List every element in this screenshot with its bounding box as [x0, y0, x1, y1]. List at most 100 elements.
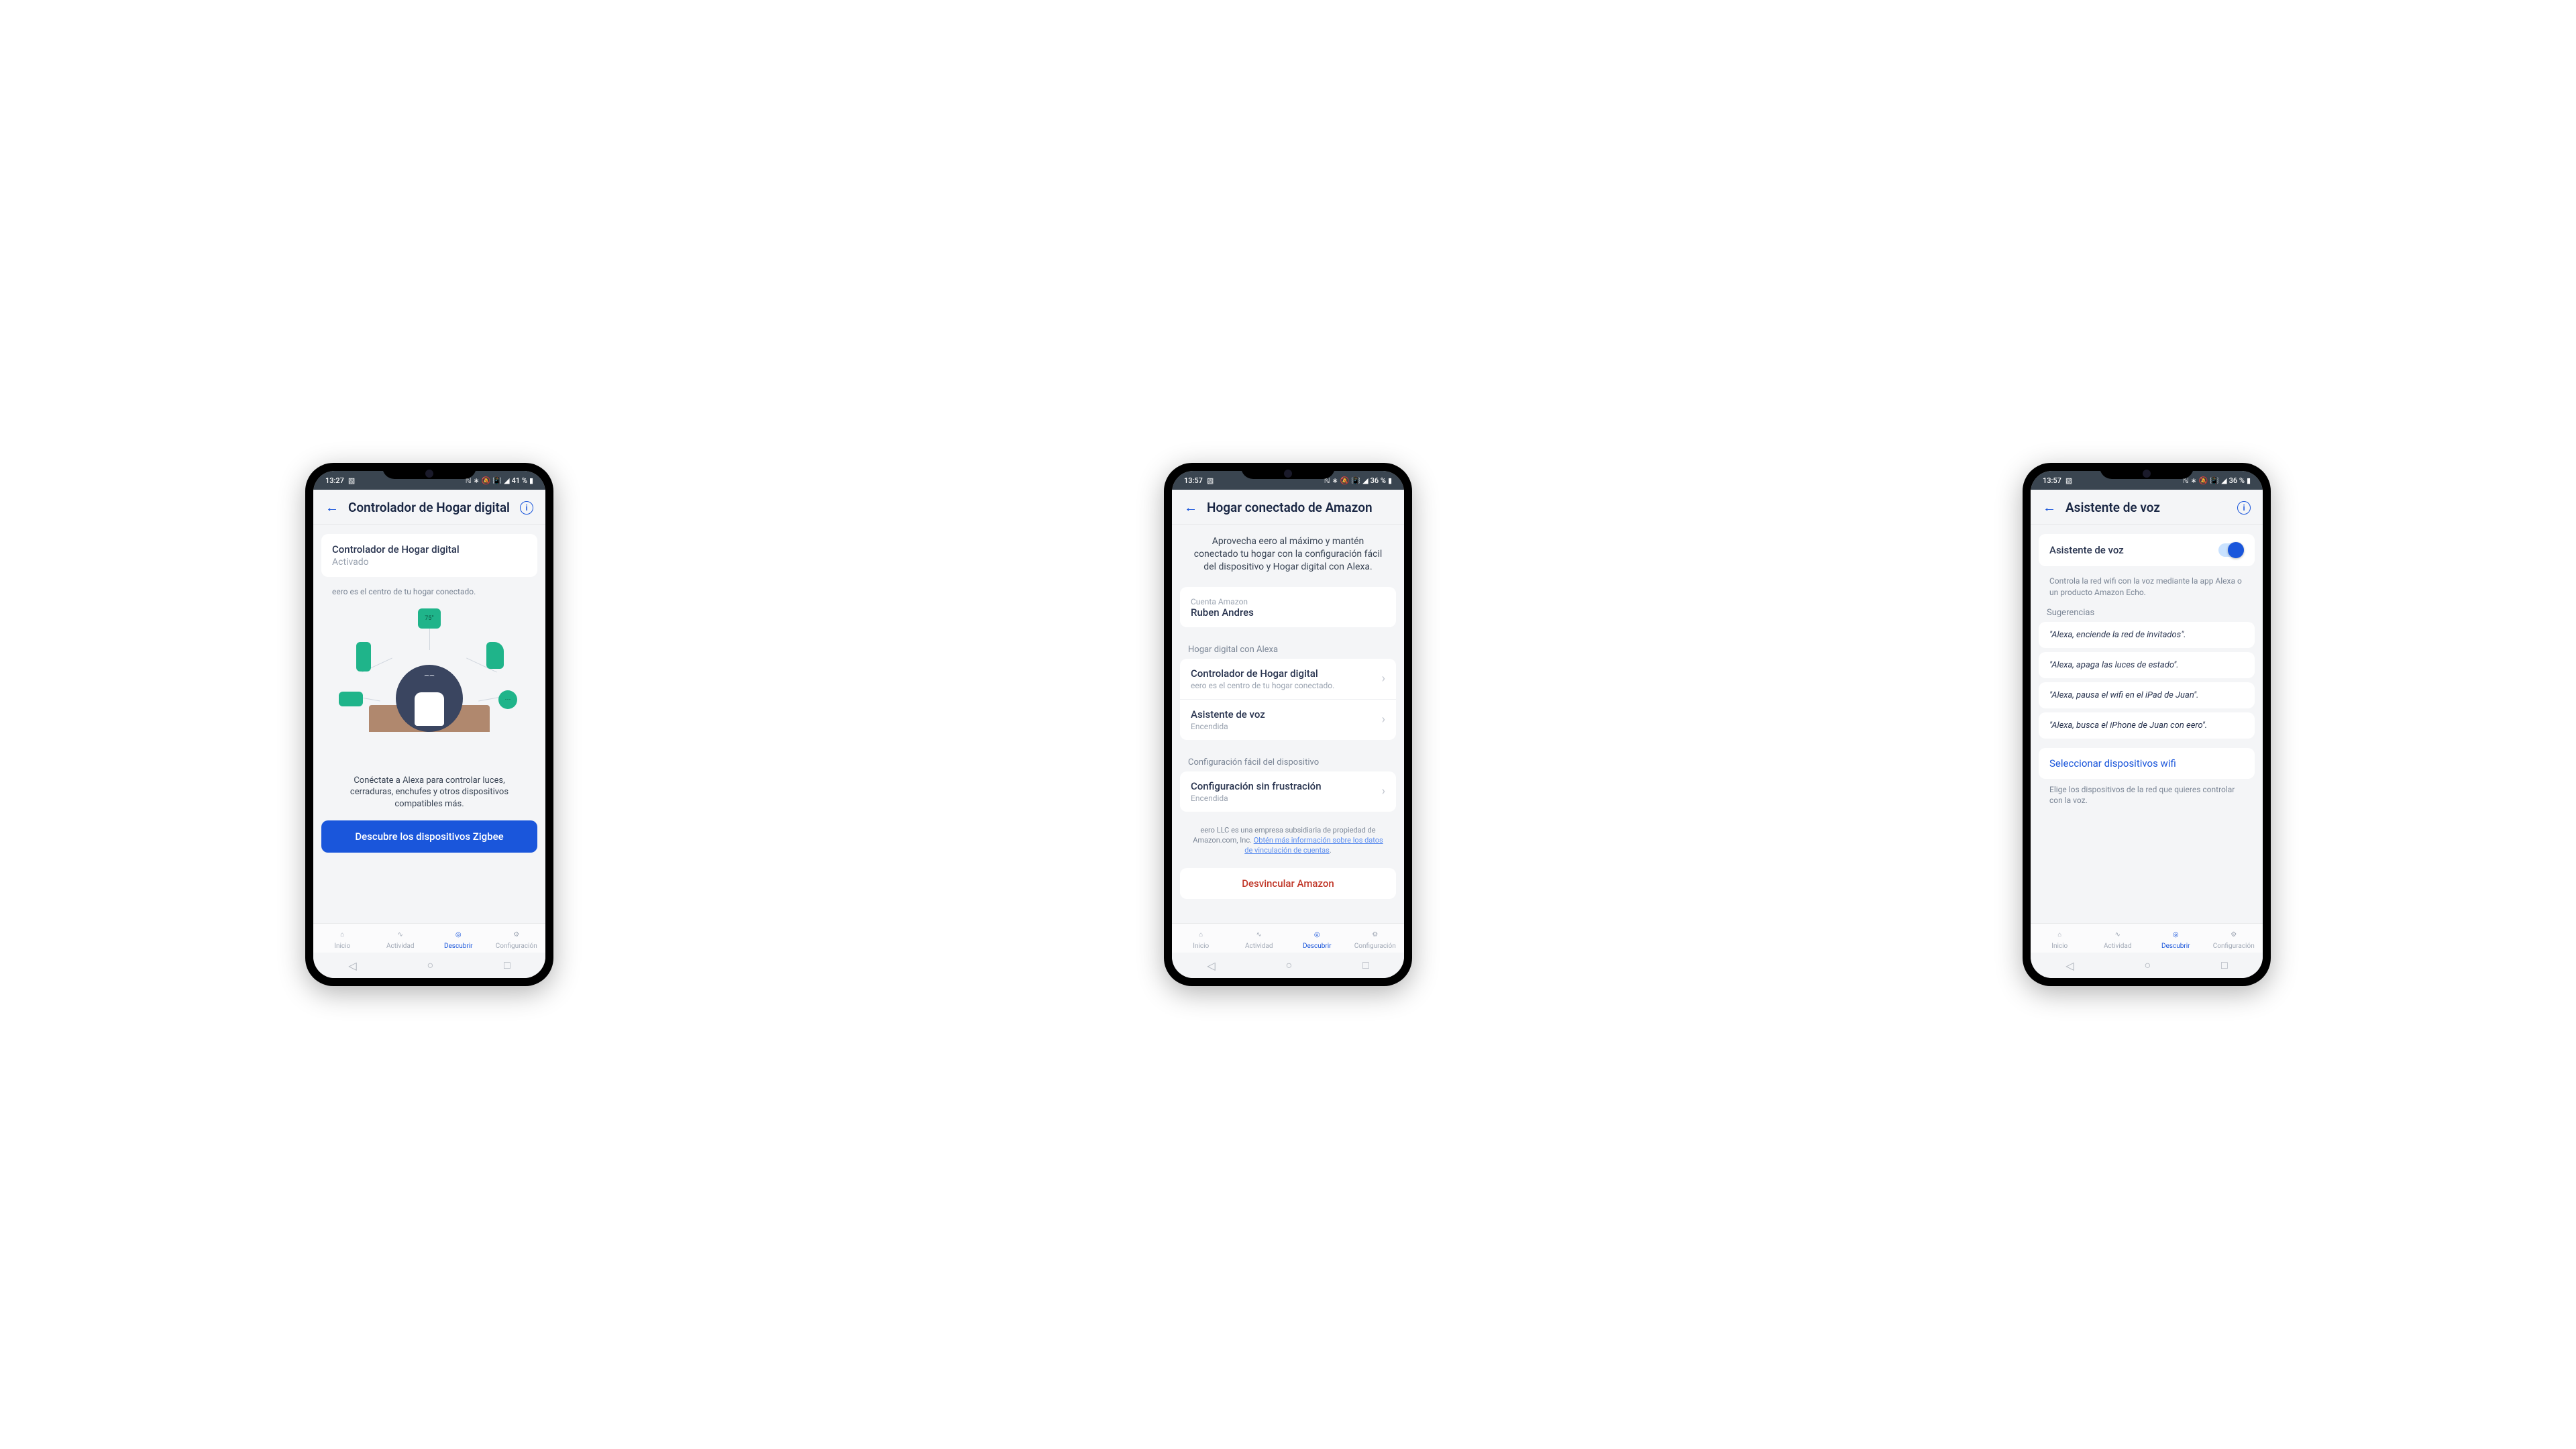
chevron-right-icon: › — [1382, 672, 1385, 686]
android-recent-icon[interactable]: □ — [2221, 959, 2228, 972]
suggestion-2: "Alexa, apaga las luces de estado". — [2039, 652, 2255, 678]
phone-mockup-3: 13:57 ▧ ℕ ∗ 🔕 📳 ◢ 36 % ▮ ← Asistente de … — [2023, 463, 2271, 986]
home-icon: ⌂ — [335, 928, 349, 941]
lock-node-icon — [486, 642, 504, 669]
bluetooth-icon: ∗ — [474, 476, 480, 485]
voice-description: Controla la red wifi con la voz mediante… — [2031, 576, 2263, 598]
android-recent-icon[interactable]: □ — [1362, 959, 1369, 972]
image-icon: ▧ — [1207, 476, 1214, 485]
status-time: 13:27 — [325, 476, 344, 485]
android-home-icon[interactable]: ○ — [427, 959, 433, 972]
discover-icon: ◎ — [2169, 928, 2182, 941]
back-icon[interactable]: ← — [1184, 499, 1197, 516]
status-bar: 13:57 ▧ ℕ ∗ 🔕 📳 ◢ 36 % ▮ — [2031, 471, 2263, 490]
chevron-right-icon: › — [1382, 712, 1385, 727]
battery-text: 41 % — [512, 476, 527, 485]
nav-configuracion[interactable]: ⚙Configuración — [1346, 928, 1405, 950]
discover-zigbee-button[interactable]: Descubre los dispositivos Zigbee — [321, 820, 537, 853]
bluetooth-icon: ∗ — [2191, 476, 2197, 485]
page-title: Controlador de Hogar digital — [348, 500, 511, 515]
back-icon[interactable]: ← — [2043, 499, 2056, 516]
android-nav: ◁ ○ □ — [2031, 953, 2263, 978]
status-bar: 13:57 ▧ ℕ ∗ 🔕 📳 ◢ 36 % ▮ — [1172, 471, 1404, 490]
unlink-amazon-button[interactable]: Desvincular Amazon — [1180, 868, 1396, 899]
page-title: Asistente de voz — [2065, 500, 2228, 515]
signal-icon: ◢ — [2221, 476, 2226, 485]
intro-text: Aprovecha eero al máximo y mantén conect… — [1172, 525, 1404, 576]
image-icon: ▧ — [348, 476, 355, 485]
voice-toggle[interactable] — [2218, 543, 2244, 557]
activity-icon: ∿ — [394, 928, 407, 941]
legal-text: eero LLC es una empresa subsidiaria de p… — [1172, 820, 1404, 861]
battery-icon: ▮ — [1388, 476, 1392, 485]
select-wifi-devices-button[interactable]: Seleccionar dispositivos wifi — [2039, 748, 2255, 779]
app-header: ← Hogar conectado de Amazon — [1172, 490, 1404, 525]
status-time: 13:57 — [1184, 476, 1203, 485]
nav-configuracion[interactable]: ⚙Configuración — [2205, 928, 2263, 950]
nfc-icon: ℕ — [2183, 476, 2189, 485]
discover-icon: ◎ — [1310, 928, 1324, 941]
legal-link[interactable]: Obtén más información sobre los datos de… — [1244, 836, 1383, 855]
dnd-icon: 🔕 — [482, 476, 491, 485]
dnd-icon: 🔕 — [2199, 476, 2208, 485]
description-text: Conéctate a Alexa para controlar luces, … — [313, 772, 545, 813]
suggestion-4: "Alexa, busca el iPhone de Juan con eero… — [2039, 712, 2255, 739]
account-label: Cuenta Amazon — [1191, 597, 1385, 606]
hub-illustration: 75° ⋯ ⌢⌢ — [313, 598, 545, 772]
android-recent-icon[interactable]: □ — [504, 959, 511, 972]
nav-actividad[interactable]: ∿Actividad — [1230, 928, 1289, 950]
helper-text: eero es el centro de tu hogar conectado. — [313, 586, 545, 598]
activity-icon: ∿ — [2111, 928, 2125, 941]
dnd-icon: 🔕 — [1340, 476, 1350, 485]
battery-icon: ▮ — [2247, 476, 2251, 485]
suggestions-label: Sugerencias — [2031, 598, 2263, 622]
nav-descubrir[interactable]: ◎Descubrir — [429, 928, 488, 950]
battery-text: 36 % — [2229, 476, 2245, 485]
app-header: ← Controlador de Hogar digital i — [313, 490, 545, 525]
nav-descubrir[interactable]: ◎Descubrir — [1288, 928, 1346, 950]
bottom-nav: ⌂Inicio ∿Actividad ◎Descubrir ⚙Configura… — [1172, 923, 1404, 953]
app-header: ← Asistente de voz i — [2031, 490, 2263, 525]
switch-node-icon — [356, 642, 371, 672]
android-back-icon[interactable]: ◁ — [2065, 959, 2074, 972]
discover-icon: ◎ — [451, 928, 465, 941]
android-back-icon[interactable]: ◁ — [1207, 959, 1215, 972]
nav-descubrir[interactable]: ◎Descubrir — [2147, 928, 2205, 950]
nav-inicio[interactable]: ⌂Inicio — [313, 928, 372, 950]
select-footer-text: Elige los dispositivos de la red que qui… — [2031, 784, 2263, 807]
thermostat-node-icon: 75° — [418, 608, 441, 629]
nav-inicio[interactable]: ⌂Inicio — [1172, 928, 1230, 950]
info-icon[interactable]: i — [520, 501, 533, 515]
nav-inicio[interactable]: ⌂Inicio — [2031, 928, 2089, 950]
battery-icon: ▮ — [529, 476, 533, 485]
battery-text: 36 % — [1371, 476, 1386, 485]
info-icon[interactable]: i — [2237, 501, 2251, 515]
status-bar: 13:27 ▧ ℕ ∗ 🔕 📳 ◢ 41 % ▮ — [313, 471, 545, 490]
phone-mockup-2: 13:57 ▧ ℕ ∗ 🔕 📳 ◢ 36 % ▮ ← Hogar conecta… — [1164, 463, 1412, 986]
controller-item[interactable]: Controlador de Hogar digital eero es el … — [1180, 659, 1396, 699]
nav-actividad[interactable]: ∿Actividad — [2089, 928, 2147, 950]
phone-mockup-1: 13:27 ▧ ℕ ∗ 🔕 📳 ◢ 41 % ▮ ← Controlador d… — [305, 463, 553, 986]
android-home-icon[interactable]: ○ — [2144, 959, 2151, 972]
amazon-account-item[interactable]: Cuenta Amazon Ruben Andres — [1180, 587, 1396, 627]
settings-icon: ⚙ — [510, 928, 523, 941]
voice-assistant-item[interactable]: Asistente de voz Encendida › — [1180, 699, 1396, 740]
signal-icon: ◢ — [504, 476, 509, 485]
section-config-label: Configuración fácil del dispositivo — [1172, 748, 1404, 771]
android-home-icon[interactable]: ○ — [1285, 959, 1292, 972]
bottom-nav: ⌂Inicio ∿Actividad ◎Descubrir ⚙Configura… — [313, 923, 545, 953]
status-card: Controlador de Hogar digital Activado — [321, 534, 537, 577]
nav-configuracion[interactable]: ⚙Configuración — [488, 928, 546, 950]
nav-actividad[interactable]: ∿Actividad — [372, 928, 430, 950]
home-icon: ⌂ — [2053, 928, 2066, 941]
android-back-icon[interactable]: ◁ — [348, 959, 356, 972]
card-title: Controlador de Hogar digital — [332, 543, 527, 555]
plug-node-icon — [339, 692, 363, 706]
back-icon[interactable]: ← — [325, 499, 339, 516]
suggestion-1: "Alexa, enciende la red de invitados". — [2039, 622, 2255, 648]
frustration-free-item[interactable]: Configuración sin frustración Encendida … — [1180, 771, 1396, 812]
nfc-icon: ℕ — [466, 476, 472, 485]
eero-hub-icon: ⌢⌢ — [396, 665, 463, 732]
status-time: 13:57 — [2043, 476, 2061, 485]
android-nav: ◁ ○ □ — [1172, 953, 1404, 978]
